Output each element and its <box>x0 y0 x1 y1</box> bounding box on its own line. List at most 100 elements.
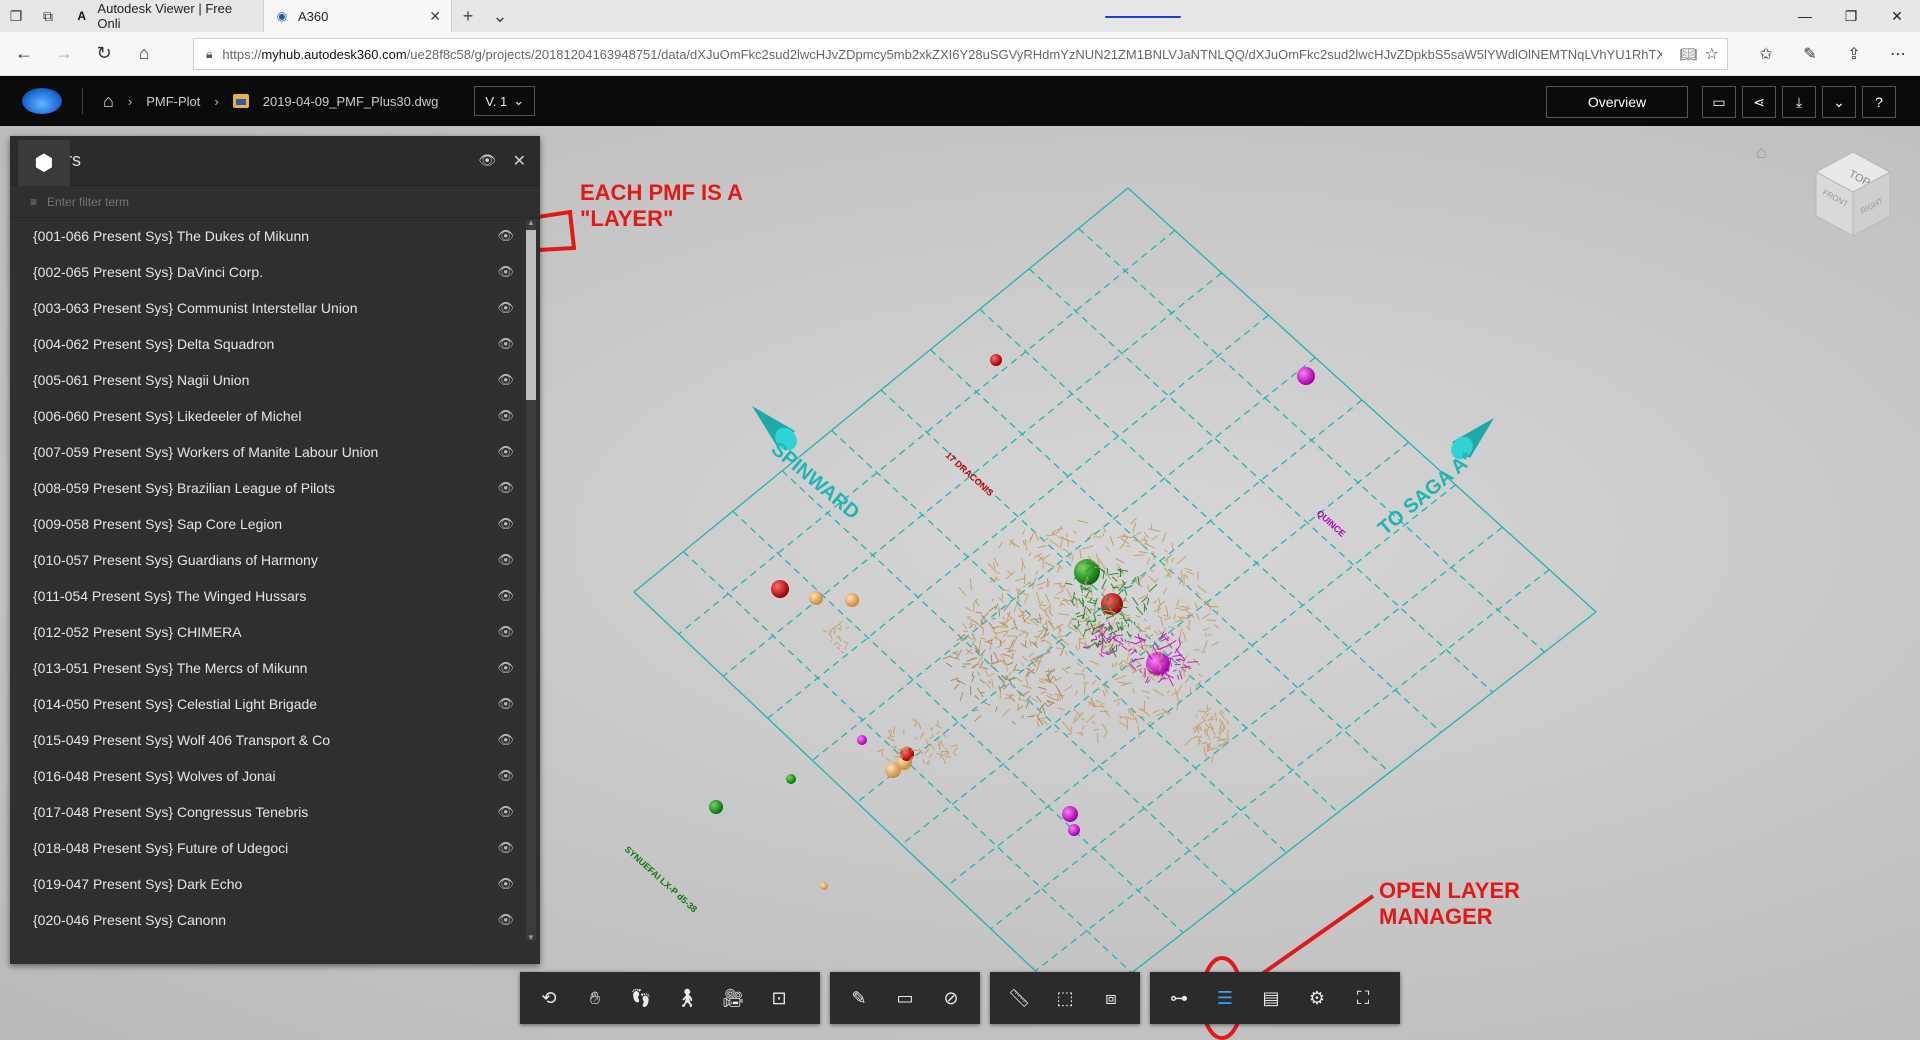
layer-row[interactable]: {006-060 Present Sys} Likedeeler of Mich… <box>10 398 524 434</box>
fit-to-view-icon[interactable]: ⊡ <box>756 975 802 1021</box>
layer-visibility-eye-icon[interactable]: 👁︎ <box>497 696 514 712</box>
scrollbar-thumb[interactable] <box>526 230 536 400</box>
share-icon[interactable]: ⇪ <box>1832 44 1876 64</box>
close-window-icon[interactable]: ✕ <box>1874 0 1920 32</box>
orbit-icon[interactable]: ⟲ <box>526 975 572 1021</box>
close-tab-icon[interactable]: ✕ <box>429 8 441 25</box>
pen-icon[interactable]: ✎ <box>1788 44 1832 64</box>
layer-row[interactable]: {019-047 Present Sys} Dark Echo 👁︎ <box>10 866 524 902</box>
camera-icon[interactable]: 🎥︎ <box>710 975 756 1021</box>
layer-visibility-eye-icon[interactable]: 👁︎ <box>497 516 514 532</box>
comment-icon[interactable]: ▭ <box>882 975 928 1021</box>
breadcrumb-project[interactable]: PMF-Plot <box>146 94 200 109</box>
fullscreen-icon[interactable]: ⛶ <box>1340 975 1386 1021</box>
layer-row[interactable]: {009-058 Present Sys} Sap Core Legion 👁︎ <box>10 506 524 542</box>
viewcube-home-icon[interactable]: ⌂ <box>1756 142 1767 163</box>
favorites-icon[interactable]: ✩ <box>1744 44 1788 64</box>
section-icon[interactable]: ⬚ <box>1042 975 1088 1021</box>
layer-visibility-eye-icon[interactable]: 👁︎ <box>497 624 514 640</box>
scroll-up-icon[interactable]: ▲ <box>526 218 536 227</box>
a360-logo-icon[interactable] <box>22 88 62 114</box>
home-icon[interactable]: ⌂ <box>103 91 114 112</box>
layer-row[interactable]: {017-048 Present Sys} Congressus Tenebri… <box>10 794 524 830</box>
overview-button[interactable]: Overview <box>1546 86 1688 118</box>
layer-name: {005-061 Present Sys} Nagii Union <box>33 372 250 388</box>
back-icon[interactable]: ← <box>4 43 44 64</box>
close-panel-icon[interactable]: ✕ <box>513 151 526 171</box>
markup-icon[interactable]: ✎ <box>836 975 882 1021</box>
layer-row[interactable]: {004-062 Present Sys} Delta Squadron 👁︎ <box>10 326 524 362</box>
settings-icon[interactable]: ⚙︎ <box>1294 975 1340 1021</box>
favorite-star-icon[interactable]: ☆ <box>1705 44 1719 64</box>
scroll-down-icon[interactable]: ▼ <box>526 933 536 942</box>
browser-tab-a360[interactable]: ◉ A360 ✕ <box>264 0 452 32</box>
layer-row[interactable]: {001-066 Present Sys} The Dukes of Mikun… <box>10 218 524 254</box>
browser-home-icon[interactable]: ⌂ <box>124 43 164 64</box>
browser-tab-autodesk-viewer[interactable]: A Autodesk Viewer | Free Onli <box>64 0 264 32</box>
more-icon[interactable]: ⋯ <box>1876 44 1920 64</box>
layer-row[interactable]: {007-059 Present Sys} Workers of Manite … <box>10 434 524 470</box>
layer-visibility-eye-icon[interactable]: 👁︎ <box>497 588 514 604</box>
comments-button[interactable]: ▭ <box>1702 86 1736 118</box>
restore-icon[interactable]: ❐ <box>1828 0 1874 32</box>
explode-icon[interactable]: ⧈ <box>1088 975 1134 1021</box>
new-tab-icon[interactable]: + <box>452 6 484 27</box>
layer-row[interactable]: {010-057 Present Sys} Guardians of Harmo… <box>10 542 524 578</box>
layer-visibility-eye-icon[interactable]: 👁︎ <box>497 264 514 280</box>
layer-visibility-eye-icon[interactable]: 👁︎ <box>497 768 514 784</box>
layer-visibility-eye-icon[interactable]: 👁︎ <box>497 372 514 388</box>
layer-visibility-eye-icon[interactable]: 👁︎ <box>497 300 514 316</box>
download-button[interactable]: ⤓ <box>1782 86 1816 118</box>
properties-icon[interactable]: ▤ <box>1248 975 1294 1021</box>
layer-row[interactable]: {005-061 Present Sys} Nagii Union 👁︎ <box>10 362 524 398</box>
layer-visibility-eye-icon[interactable]: 👁︎ <box>497 408 514 424</box>
walk-icon[interactable]: 👣︎ <box>618 975 664 1021</box>
hide-icon[interactable]: ⊘ <box>928 975 974 1021</box>
forward-icon[interactable]: → <box>44 43 84 64</box>
layer-visibility-eye-icon[interactable]: 👁︎ <box>497 876 514 892</box>
layer-visibility-eye-icon[interactable]: 👁︎ <box>497 912 514 928</box>
layer-row[interactable]: {018-048 Present Sys} Future of Udegoci 👁… <box>10 830 524 866</box>
reading-view-icon[interactable]: 📖︎ <box>1679 46 1697 63</box>
layer-row[interactable]: {002-065 Present Sys} DaVinci Corp. 👁︎ <box>10 254 524 290</box>
refresh-icon[interactable]: ↻ <box>84 43 124 64</box>
layer-visibility-eye-icon[interactable]: 👁︎ <box>497 804 514 820</box>
layer-row[interactable]: {012-052 Present Sys} CHIMERA 👁︎ <box>10 614 524 650</box>
layer-row[interactable]: {015-049 Present Sys} Wolf 406 Transport… <box>10 722 524 758</box>
set-aside-tabs-icon[interactable]: ⧉ <box>32 0 64 32</box>
layer-row[interactable]: {003-063 Present Sys} Communist Interste… <box>10 290 524 326</box>
minimize-icon[interactable]: — <box>1782 0 1828 32</box>
first-person-icon[interactable]: 🚶︎ <box>664 975 710 1021</box>
share-button[interactable]: ⋖ <box>1742 86 1776 118</box>
model-browser-icon[interactable]: ⊶ <box>1156 975 1202 1021</box>
layer-row[interactable]: {020-046 Present Sys} Canonn 👁︎ <box>10 902 524 938</box>
layer-visibility-eye-icon[interactable]: 👁︎ <box>497 444 514 460</box>
measure-icon[interactable]: 📏︎ <box>996 975 1042 1021</box>
layer-row[interactable]: {013-051 Present Sys} The Mercs of Mikun… <box>10 650 524 686</box>
layer-name: {012-052 Present Sys} CHIMERA <box>33 624 242 640</box>
layer-visibility-eye-icon[interactable]: 👁︎ <box>497 732 514 748</box>
version-label: V. 1 <box>485 93 508 109</box>
layer-row[interactable]: {008-059 Present Sys} Brazilian League o… <box>10 470 524 506</box>
layer-row[interactable]: {016-048 Present Sys} Wolves of Jonai 👁︎ <box>10 758 524 794</box>
pan-icon[interactable]: ✋︎ <box>572 975 618 1021</box>
url-field[interactable]: 🔒︎ https://myhub.autodesk360.com/ue28f8c… <box>193 38 1728 70</box>
viewcube[interactable]: TOP FRONT RIGHT <box>1808 144 1898 244</box>
more-actions-button[interactable]: ⌄ <box>1822 86 1856 118</box>
version-dropdown[interactable]: V. 1 ⌄ <box>474 86 536 116</box>
layer-row[interactable]: {014-050 Present Sys} Celestial Light Br… <box>10 686 524 722</box>
layers-icon[interactable]: ☰ <box>1202 975 1248 1021</box>
help-button[interactable]: ? <box>1862 86 1896 118</box>
layer-visibility-eye-icon[interactable]: 👁︎ <box>497 660 514 676</box>
layer-visibility-eye-icon[interactable]: 👁︎ <box>497 840 514 856</box>
layer-visibility-eye-icon[interactable]: 👁︎ <box>497 336 514 352</box>
layer-filter-input[interactable] <box>47 194 448 209</box>
layer-visibility-eye-icon[interactable]: 👁︎ <box>497 480 514 496</box>
show-all-layers-icon[interactable]: 👁︎ <box>478 152 496 169</box>
layer-visibility-eye-icon[interactable]: 👁︎ <box>497 228 514 244</box>
layer-visibility-eye-icon[interactable]: 👁︎ <box>497 552 514 568</box>
tab-list-chevron-icon[interactable]: ⌄ <box>484 6 516 27</box>
layer-list-scrollbar[interactable]: ▲ ▼ <box>526 218 536 942</box>
tab-actions-icon[interactable]: ❐ <box>0 0 32 32</box>
layer-row[interactable]: {011-054 Present Sys} The Winged Hussars… <box>10 578 524 614</box>
